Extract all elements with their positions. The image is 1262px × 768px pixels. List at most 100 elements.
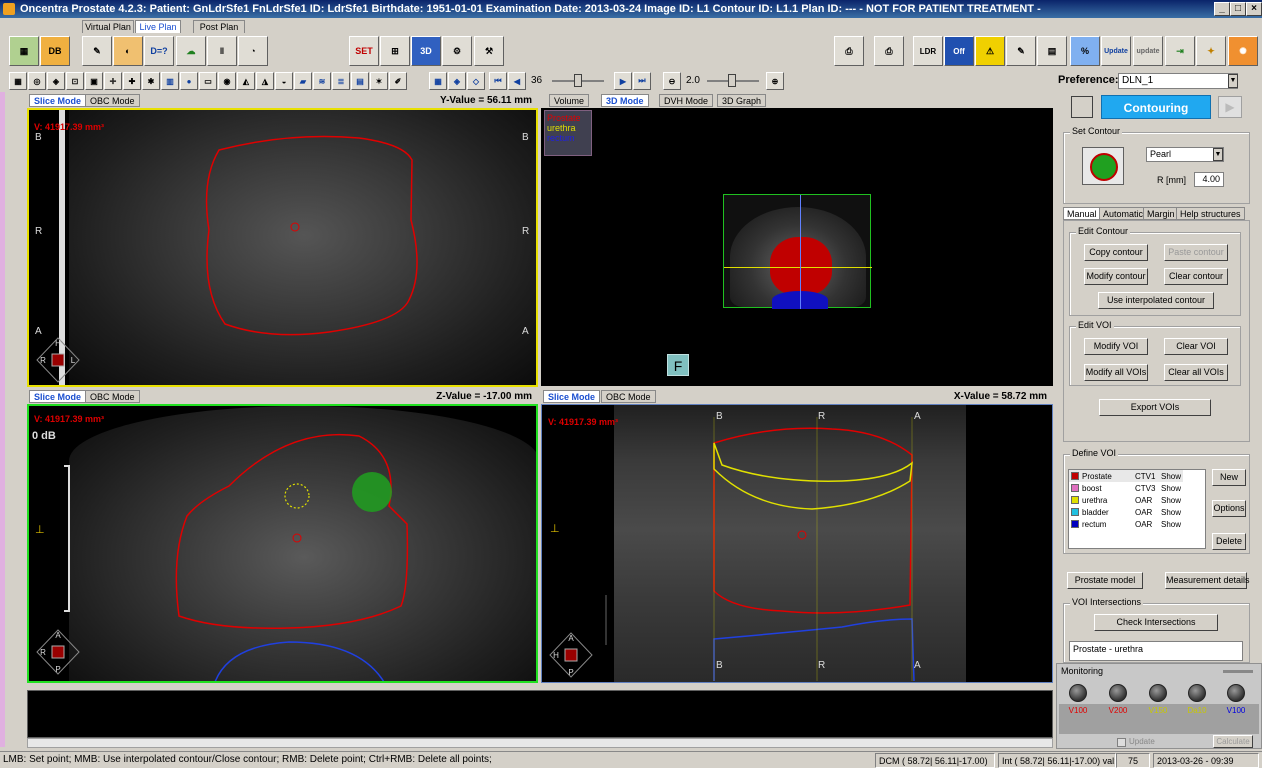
probe-icon[interactable]: ✎ [82, 36, 112, 66]
small-tool-icon[interactable]: ▰ [294, 72, 312, 90]
small-tool-icon[interactable]: ▣ [85, 72, 103, 90]
view-3d-button[interactable]: 3D [411, 36, 441, 66]
small-tool-icon[interactable]: ◮ [256, 72, 274, 90]
mode-next-arrow-icon[interactable]: ▶ [1218, 96, 1242, 118]
edit-icon[interactable]: ✎ [1006, 36, 1036, 66]
small-tool-icon[interactable]: ⊡ [66, 72, 84, 90]
voi-options-button[interactable]: Options [1212, 500, 1246, 517]
use-interpolated-contour-button[interactable]: Use interpolated contour [1098, 292, 1214, 309]
clear-contour-button[interactable]: Clear contour [1164, 268, 1228, 285]
voi-show[interactable]: Show [1159, 470, 1183, 482]
voi-row[interactable]: boost CTV3 Show [1069, 482, 1183, 494]
wand-icon[interactable]: ✦ [1196, 36, 1226, 66]
small-tool-icon[interactable]: ✱ [142, 72, 160, 90]
voi-show[interactable]: Show [1159, 482, 1183, 494]
clear-all-vois-button[interactable]: Clear all VOIs [1164, 364, 1228, 381]
tab-slice-mode[interactable]: Slice Mode [29, 94, 87, 107]
first-slice-button[interactable]: ⏮ [489, 72, 507, 90]
tab-slice-mode[interactable]: Slice Mode [543, 390, 601, 403]
update-button[interactable]: Update [1101, 36, 1131, 66]
print-icon[interactable]: ⎙ [874, 36, 904, 66]
small-tool-icon[interactable]: ◇ [467, 72, 485, 90]
slice-slider-thumb[interactable] [574, 74, 582, 87]
delete-voi-button[interactable]: Delete [1212, 533, 1246, 550]
tools-icon[interactable]: ⚒ [474, 36, 504, 66]
crosshair-icon[interactable]: ✛ [104, 72, 122, 90]
clear-voi-button[interactable]: Clear VOI [1164, 338, 1228, 355]
new-voi-button[interactable]: New [1212, 469, 1246, 486]
log-console[interactable] [27, 690, 1053, 738]
intersection-list[interactable]: Prostate - urethra [1069, 641, 1243, 661]
off-button[interactable]: Off [944, 36, 974, 66]
small-tool-icon[interactable]: ◈ [448, 72, 466, 90]
seed-icon[interactable]: ◔ [238, 36, 268, 66]
needle-icon[interactable]: ‖ [207, 36, 237, 66]
modify-all-vois-button[interactable]: Modify all VOIs [1084, 364, 1148, 381]
small-tool-icon[interactable]: ▥ [161, 72, 179, 90]
percent-button[interactable]: % [1070, 36, 1100, 66]
tab-live-plan[interactable]: Live Plan [135, 20, 181, 33]
small-tool-icon[interactable]: ▦ [429, 72, 447, 90]
minimize-button[interactable]: _ [1214, 2, 1230, 16]
small-tool-icon[interactable]: ◈ [47, 72, 65, 90]
tab-obc-mode[interactable]: OBC Mode [601, 390, 656, 403]
copy-contour-button[interactable]: Copy contour [1084, 244, 1148, 261]
stamp-icon[interactable]: ⎙ [834, 36, 864, 66]
zoom-out-icon[interactable]: ⊖ [663, 72, 681, 90]
patient-icon[interactable]: ▦ [9, 36, 39, 66]
tab-dvh-mode[interactable]: DVH Mode [659, 94, 714, 107]
tab-volume[interactable]: Volume [549, 94, 590, 107]
measurement-details-button[interactable]: Measurement details [1165, 572, 1250, 589]
export-vois-button[interactable]: Export VOIs [1099, 399, 1211, 416]
small-tool-icon[interactable]: ✚ [123, 72, 141, 90]
tab-obc-mode[interactable]: OBC Mode [85, 94, 140, 107]
small-tool-icon[interactable]: ▤ [351, 72, 369, 90]
small-tool-icon[interactable]: ◒ [275, 72, 293, 90]
voi-show[interactable]: Show [1159, 506, 1183, 518]
preference-select[interactable]: DLN_1 [1118, 73, 1238, 89]
tab-slice-mode[interactable]: Slice Mode [29, 390, 87, 403]
contour-tool-button[interactable]: ◐ [113, 36, 143, 66]
tab-virtual-plan[interactable]: Virtual Plan [82, 20, 134, 33]
warning-icon[interactable]: ⚠ [975, 36, 1005, 66]
prev-slice-button[interactable]: ◀ [508, 72, 526, 90]
mode-left-button[interactable] [1071, 96, 1093, 118]
contouring-mode-button[interactable]: Contouring [1101, 95, 1211, 119]
dose-prescription-button[interactable]: D=? [144, 36, 174, 66]
maximize-button[interactable]: □ [1230, 2, 1246, 16]
zoom-in-icon[interactable]: ⊕ [766, 72, 784, 90]
gears-icon[interactable]: ⚙ [442, 36, 472, 66]
top-left-viewport[interactable]: V: 41917.39 mm³ B B R R A A H R L [27, 108, 538, 387]
small-tool-icon[interactable]: ✐ [389, 72, 407, 90]
modify-voi-button[interactable]: Modify VOI [1084, 338, 1148, 355]
voi-row[interactable]: Prostate CTV1 Show [1069, 470, 1184, 482]
set-button[interactable]: SET [349, 36, 379, 66]
voi-row[interactable]: urethra OAR Show [1069, 494, 1183, 506]
tab-3d-graph[interactable]: 3D Graph [717, 94, 767, 107]
small-tool-icon[interactable]: ● [180, 72, 198, 90]
small-tool-icon[interactable]: ✶ [370, 72, 388, 90]
tab-automatic[interactable]: Automatic [1099, 207, 1148, 220]
brain-icon[interactable]: ☁ [176, 36, 206, 66]
small-tool-icon[interactable]: ≣ [332, 72, 350, 90]
small-tool-icon[interactable]: ▭ [199, 72, 217, 90]
ldr-button[interactable]: LDR [913, 36, 943, 66]
grid-icon[interactable]: ⊞ [380, 36, 410, 66]
bottom-left-viewport[interactable]: V: 41917.39 mm³ 0 dB ⊥ A R P [27, 404, 538, 683]
voi-list[interactable]: Prostate CTV1 Show boost CTV3 Show urethra OA… [1068, 469, 1206, 549]
zoom-slider-thumb[interactable] [728, 74, 736, 87]
tab-help-structures[interactable]: Help structures [1176, 207, 1245, 220]
small-tool-icon[interactable]: ≋ [313, 72, 331, 90]
calculate-button[interactable]: Calculate [1213, 735, 1253, 748]
horizontal-scrollbar[interactable] [27, 738, 1053, 748]
modify-contour-button[interactable]: Modify contour [1084, 268, 1148, 285]
tab-3d-mode[interactable]: 3D Mode [601, 94, 649, 107]
voi-row[interactable]: rectum OAR Show [1069, 518, 1183, 530]
update-checkbox[interactable] [1117, 738, 1126, 747]
next-slice-button[interactable]: ▶ [614, 72, 632, 90]
small-tool-icon[interactable]: ◉ [218, 72, 236, 90]
paste-contour-button[interactable]: Paste contour [1164, 244, 1228, 261]
tab-post-plan[interactable]: Post Plan [193, 20, 245, 33]
small-tool-icon[interactable]: ▦ [9, 72, 27, 90]
help-icon[interactable]: ✺ [1228, 36, 1258, 66]
